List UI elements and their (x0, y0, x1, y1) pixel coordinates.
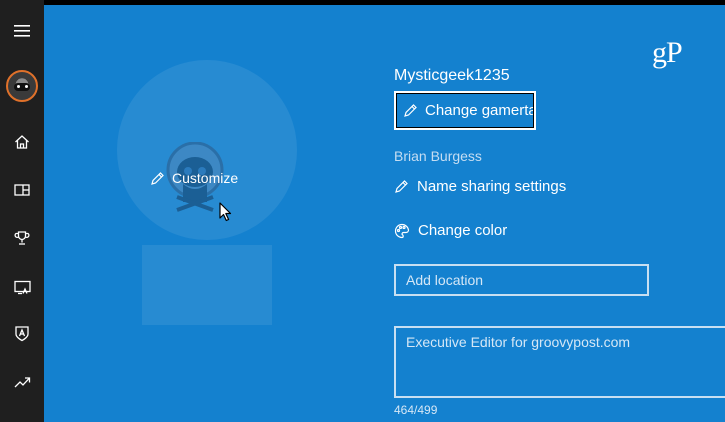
bio-textarea[interactable]: Executive Editor for groovypost.com (394, 326, 725, 398)
gamertag: Mysticgeek1235 (394, 67, 510, 84)
bio-character-counter: 464/499 (394, 403, 438, 417)
customize-label: Customize (172, 170, 239, 186)
left-nav (0, 0, 44, 422)
bio-text: Executive Editor for groovypost.com (406, 334, 631, 350)
game-dvr-icon (13, 280, 31, 294)
trending-icon (14, 377, 30, 388)
location-input[interactable]: Add location (394, 264, 649, 296)
avatar-icon (6, 70, 38, 102)
pencil-icon (151, 171, 164, 185)
profile-avatar-button[interactable] (0, 64, 44, 108)
change-gamertag-button[interactable]: Change gamertag (394, 91, 536, 130)
change-gamertag-label: Change gamertag (425, 102, 536, 119)
hamburger-menu-button[interactable] (0, 9, 44, 53)
real-name: Brian Burgess (394, 148, 482, 164)
hamburger-icon (14, 25, 30, 37)
customize-avatar-button[interactable]: Customize (150, 170, 238, 186)
palette-icon (394, 223, 410, 238)
trending-nav-button[interactable] (0, 360, 44, 404)
pencil-icon (404, 104, 417, 117)
game-dvr-nav-button[interactable] (0, 265, 44, 309)
clubs-nav-button[interactable] (0, 311, 44, 355)
profile-customize-panel: Customize gP Mysticgeek1235 Change gamer… (44, 5, 725, 422)
home-nav-button[interactable] (0, 120, 44, 164)
activity-feed-icon (14, 184, 30, 196)
mouse-pointer-icon (219, 202, 232, 222)
groovypost-logo: gP (652, 36, 683, 69)
achievements-nav-button[interactable] (0, 216, 44, 260)
name-sharing-label: Name sharing settings (417, 178, 567, 195)
home-icon (15, 135, 29, 149)
change-color-button[interactable]: Change color (394, 222, 507, 239)
trophy-icon (14, 231, 30, 245)
activity-nav-button[interactable] (0, 168, 44, 212)
name-sharing-settings-button[interactable]: Name sharing settings (394, 178, 566, 195)
shield-icon (15, 325, 29, 341)
change-color-label: Change color (418, 222, 508, 239)
location-placeholder: Add location (406, 272, 484, 288)
pencil-icon (395, 180, 408, 193)
